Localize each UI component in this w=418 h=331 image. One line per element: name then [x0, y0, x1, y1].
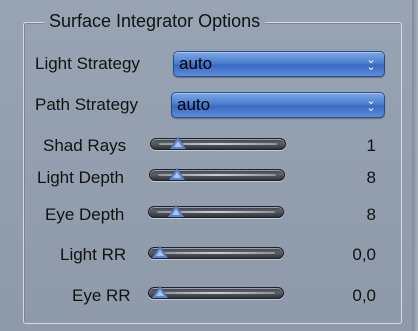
double-chevron-down-icon: ⌄ ⌄: [366, 53, 376, 73]
slider-thumb[interactable]: [169, 168, 185, 180]
shad-rays-slider[interactable]: [150, 136, 286, 152]
eye-depth-slider[interactable]: [148, 204, 284, 220]
shad-rays-label: Shad Rays: [43, 136, 127, 155]
eye-rr-slider[interactable]: [148, 285, 284, 301]
eye-rr-label: Eye RR: [72, 286, 131, 305]
light-rr-slider[interactable]: [148, 245, 284, 261]
eye-rr-value: 0,0: [352, 286, 376, 305]
light-depth-label: Light Depth: [37, 168, 124, 187]
slider-track: [148, 247, 284, 259]
eye-depth-label: Eye Depth: [45, 205, 125, 224]
surface-integrator-panel: Surface Integrator Options Light Strateg…: [0, 0, 418, 331]
light-rr-label: Light RR: [60, 245, 127, 264]
slider-thumb[interactable]: [170, 137, 186, 149]
light-strategy-value: auto: [179, 54, 213, 73]
path-strategy-select[interactable]: auto ⌄ ⌄: [171, 92, 385, 118]
light-strategy-label: Light Strategy: [35, 54, 140, 73]
light-depth-slider[interactable]: [149, 167, 285, 183]
path-strategy-value: auto: [177, 95, 211, 114]
light-strategy-select[interactable]: auto ⌄ ⌄: [173, 51, 385, 77]
light-depth-value: 8: [366, 168, 376, 187]
shad-rays-value: 1: [366, 136, 376, 155]
eye-depth-value: 8: [366, 205, 376, 224]
slider-thumb[interactable]: [168, 205, 184, 217]
slider-thumb[interactable]: [152, 246, 168, 258]
path-strategy-label: Path Strategy: [35, 95, 139, 114]
light-rr-value: 0,0: [352, 245, 376, 264]
double-chevron-down-icon: ⌄ ⌄: [366, 94, 376, 114]
slider-thumb[interactable]: [152, 286, 168, 298]
slider-track: [148, 287, 284, 299]
group-title: Surface Integrator Options: [44, 10, 266, 32]
